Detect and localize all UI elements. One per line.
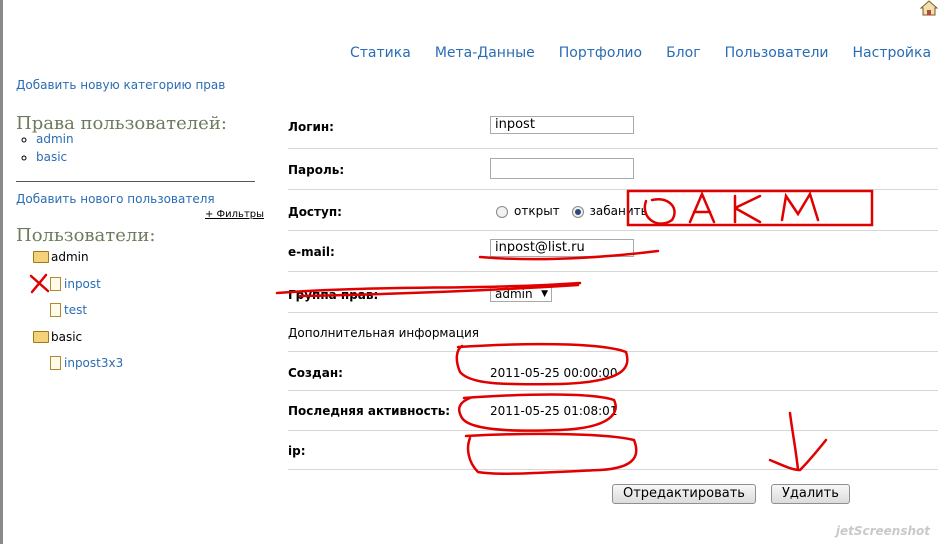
watermark: jetScreenshot	[835, 524, 930, 538]
user-inpost[interactable]: inpost	[50, 277, 101, 291]
access-options: открыт забанить	[496, 204, 648, 218]
row-access: Доступ: открыт забанить	[288, 190, 938, 231]
cross-mark	[29, 273, 50, 294]
group-label: basic	[51, 330, 83, 344]
nav-blog[interactable]: Блог	[666, 45, 700, 61]
last-active-value: 2011-05-25 01:08:01	[490, 404, 618, 418]
user-link[interactable]: test	[64, 303, 87, 317]
email-input[interactable]: inpost@list.ru	[490, 239, 634, 257]
row-login: Логин: inpost	[288, 108, 938, 149]
login-label: Логин:	[288, 120, 334, 134]
email-label: e-mail:	[288, 245, 335, 259]
access-banned-label: забанить	[589, 204, 648, 218]
rights-item: basic	[36, 148, 74, 166]
access-label: Доступ:	[288, 205, 342, 219]
chevron-down-icon: ▼	[541, 289, 548, 299]
add-category-link[interactable]: Добавить новую категорию прав	[16, 78, 225, 92]
add-user-link[interactable]: Добавить нового пользователя	[16, 192, 215, 206]
nav-users[interactable]: Пользователи	[725, 45, 829, 61]
row-password: Пароль:	[288, 149, 938, 190]
row-last-active: Последняя активность: 2011-05-25 01:08:0…	[288, 391, 938, 431]
row-created: Создан: 2011-05-25 00:00:00	[288, 352, 938, 391]
group-select[interactable]: admin ▼	[490, 286, 552, 302]
group-admin[interactable]: admin	[33, 250, 89, 264]
access-open-radio[interactable]	[496, 205, 508, 218]
rights-basic-link[interactable]: basic	[36, 150, 67, 164]
row-email: e-mail: inpost@list.ru	[288, 231, 938, 272]
created-value: 2011-05-25 00:00:00	[490, 366, 618, 380]
edit-button[interactable]: Отредактировать	[612, 484, 756, 504]
left-border	[0, 0, 3, 544]
row-ip: ip:	[288, 431, 938, 470]
nav-static[interactable]: Статика	[350, 45, 411, 61]
home-icon[interactable]	[920, 0, 938, 16]
login-input[interactable]: inpost	[490, 116, 634, 134]
user-link[interactable]: inpost	[64, 277, 101, 291]
sidebar-divider	[16, 181, 255, 182]
group-basic[interactable]: basic	[33, 330, 82, 344]
document-icon	[50, 356, 61, 370]
filters-link[interactable]: + Фильтры	[205, 209, 264, 220]
group-label: admin	[51, 250, 89, 264]
last-active-label: Последняя активность:	[288, 404, 451, 418]
users-title: Пользователи:	[16, 225, 156, 246]
rights-admin-link[interactable]: admin	[36, 132, 74, 146]
access-banned-radio[interactable]	[571, 205, 584, 218]
rights-list: admin basic	[20, 130, 74, 166]
delete-button[interactable]: Удалить	[771, 484, 850, 504]
user-link[interactable]: inpost3x3	[64, 356, 123, 370]
nav-metadata[interactable]: Мета-Данные	[435, 45, 535, 61]
ip-label: ip:	[288, 444, 306, 458]
nav-settings[interactable]: Настройка	[853, 45, 932, 61]
document-icon	[50, 277, 61, 291]
rights-item: admin	[36, 130, 74, 148]
row-extra-info: Дополнительная информация	[288, 313, 938, 352]
row-group: Группа прав: admin ▼	[288, 272, 938, 313]
user-inpost3x3[interactable]: inpost3x3	[50, 356, 123, 370]
password-input[interactable]	[490, 158, 634, 179]
created-label: Создан:	[288, 366, 343, 380]
password-label: Пароль:	[288, 163, 345, 177]
folder-icon	[33, 331, 49, 343]
nav-portfolio[interactable]: Портфолио	[559, 45, 642, 61]
access-open-label: открыт	[514, 204, 560, 218]
user-test[interactable]: test	[50, 303, 87, 317]
group-label: Группа прав:	[288, 288, 379, 302]
top-navigation: Статика Мета-Данные Портфолио Блог Польз…	[350, 45, 938, 61]
document-icon	[50, 303, 61, 317]
extra-info-heading: Дополнительная информация	[288, 326, 480, 340]
group-select-value: admin	[495, 287, 533, 301]
folder-icon	[33, 251, 49, 263]
